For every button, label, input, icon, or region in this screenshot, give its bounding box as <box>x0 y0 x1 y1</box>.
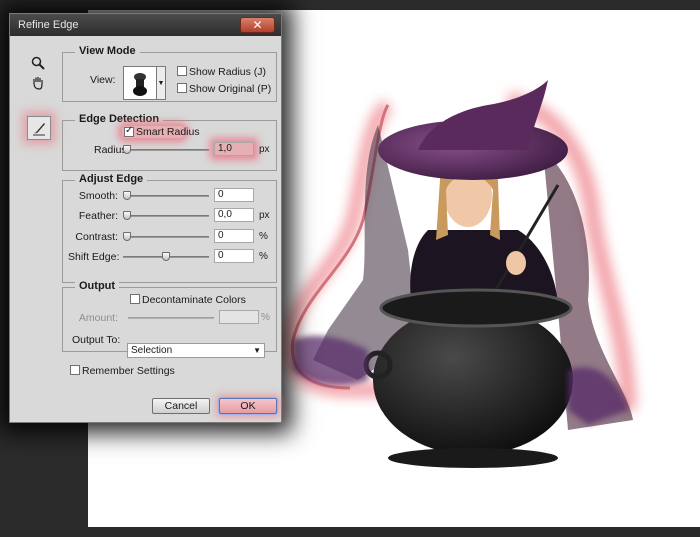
smooth-slider[interactable] <box>123 191 209 200</box>
chevron-down-icon: ▼ <box>157 80 165 87</box>
shift-edge-unit: % <box>259 251 268 262</box>
close-icon: ✕ <box>252 18 263 32</box>
output-title: Output <box>75 280 120 292</box>
view-label: View: <box>90 74 116 86</box>
smart-radius-checkbox[interactable] <box>124 125 134 137</box>
dialog-titlebar[interactable]: Refine Edge ✕ <box>10 14 281 36</box>
hand-icon <box>33 77 43 90</box>
smooth-input[interactable]: 0 <box>214 188 254 202</box>
amount-unit: % <box>261 312 270 323</box>
zoom-icon <box>31 56 45 70</box>
output-to-value: Selection <box>131 345 173 356</box>
radius-slider[interactable] <box>123 145 209 154</box>
contrast-slider[interactable] <box>123 232 209 241</box>
smart-radius-label: Smart Radius <box>136 126 200 138</box>
view-mode-title: View Mode <box>75 45 140 57</box>
output-to-select[interactable]: Selection ▼ <box>127 343 265 358</box>
show-original-label: Show Original (P) <box>189 83 272 95</box>
shift-edge-label: Shift Edge: <box>68 251 120 263</box>
adjust-edge-title: Adjust Edge <box>75 173 148 185</box>
contrast-input[interactable]: 0 <box>214 229 254 243</box>
show-radius-checkbox[interactable] <box>177 66 187 76</box>
remember-settings-label: Remember Settings <box>82 365 175 377</box>
hand <box>506 251 526 275</box>
contrast-slider-thumb[interactable] <box>123 232 131 241</box>
amount-slider[interactable] <box>128 317 214 319</box>
refine-radius-brush-icon <box>33 123 45 136</box>
amount-input[interactable] <box>219 310 259 324</box>
radius-unit: px <box>259 144 270 155</box>
refine-edge-dialog: Refine Edge ✕ View Mode View: ▼ Show Rad… <box>9 13 282 423</box>
hand-tool-button[interactable] <box>27 72 49 94</box>
close-button[interactable]: ✕ <box>240 17 275 33</box>
decontaminate-checkbox[interactable] <box>130 294 140 304</box>
ok-button[interactable]: OK <box>219 398 277 414</box>
edge-detection-title: Edge Detection <box>75 113 164 125</box>
radius-slider-thumb[interactable] <box>123 145 131 154</box>
cauldron <box>363 288 573 468</box>
dialog-title: Refine Edge <box>18 19 79 31</box>
feather-unit: px <box>259 210 270 221</box>
zoom-tool-button[interactable] <box>27 52 49 74</box>
shift-edge-input[interactable]: 0 <box>214 249 254 263</box>
decontaminate-label: Decontaminate Colors <box>142 294 246 306</box>
refine-radius-tool-button[interactable] <box>27 116 51 140</box>
view-mode-dropdown-arrow[interactable]: ▼ <box>157 66 166 100</box>
amount-label: Amount: <box>78 312 118 324</box>
output-to-label: Output To: <box>72 334 121 346</box>
show-radius-label: Show Radius (J) <box>189 66 267 78</box>
view-mode-picker[interactable] <box>123 66 157 100</box>
contrast-label: Contrast: <box>75 231 118 243</box>
smooth-label: Smooth: <box>78 190 118 202</box>
shift-edge-slider-thumb[interactable] <box>162 252 170 261</box>
feather-slider-thumb[interactable] <box>123 211 131 220</box>
smooth-slider-thumb[interactable] <box>123 191 131 200</box>
shift-edge-slider[interactable] <box>123 252 209 261</box>
feather-slider[interactable] <box>123 211 209 220</box>
feather-label: Feather: <box>78 210 118 222</box>
show-original-checkbox[interactable] <box>177 83 187 93</box>
view-thumbnail-icon <box>133 73 147 96</box>
chevron-down-icon: ▼ <box>253 346 261 355</box>
cancel-button[interactable]: Cancel <box>152 398 210 414</box>
hat-crown <box>418 80 548 150</box>
remember-settings-checkbox[interactable] <box>70 365 80 375</box>
contrast-unit: % <box>259 231 268 242</box>
radius-input[interactable]: 1,0 <box>214 142 254 156</box>
feather-input[interactable]: 0,0 <box>214 208 254 222</box>
